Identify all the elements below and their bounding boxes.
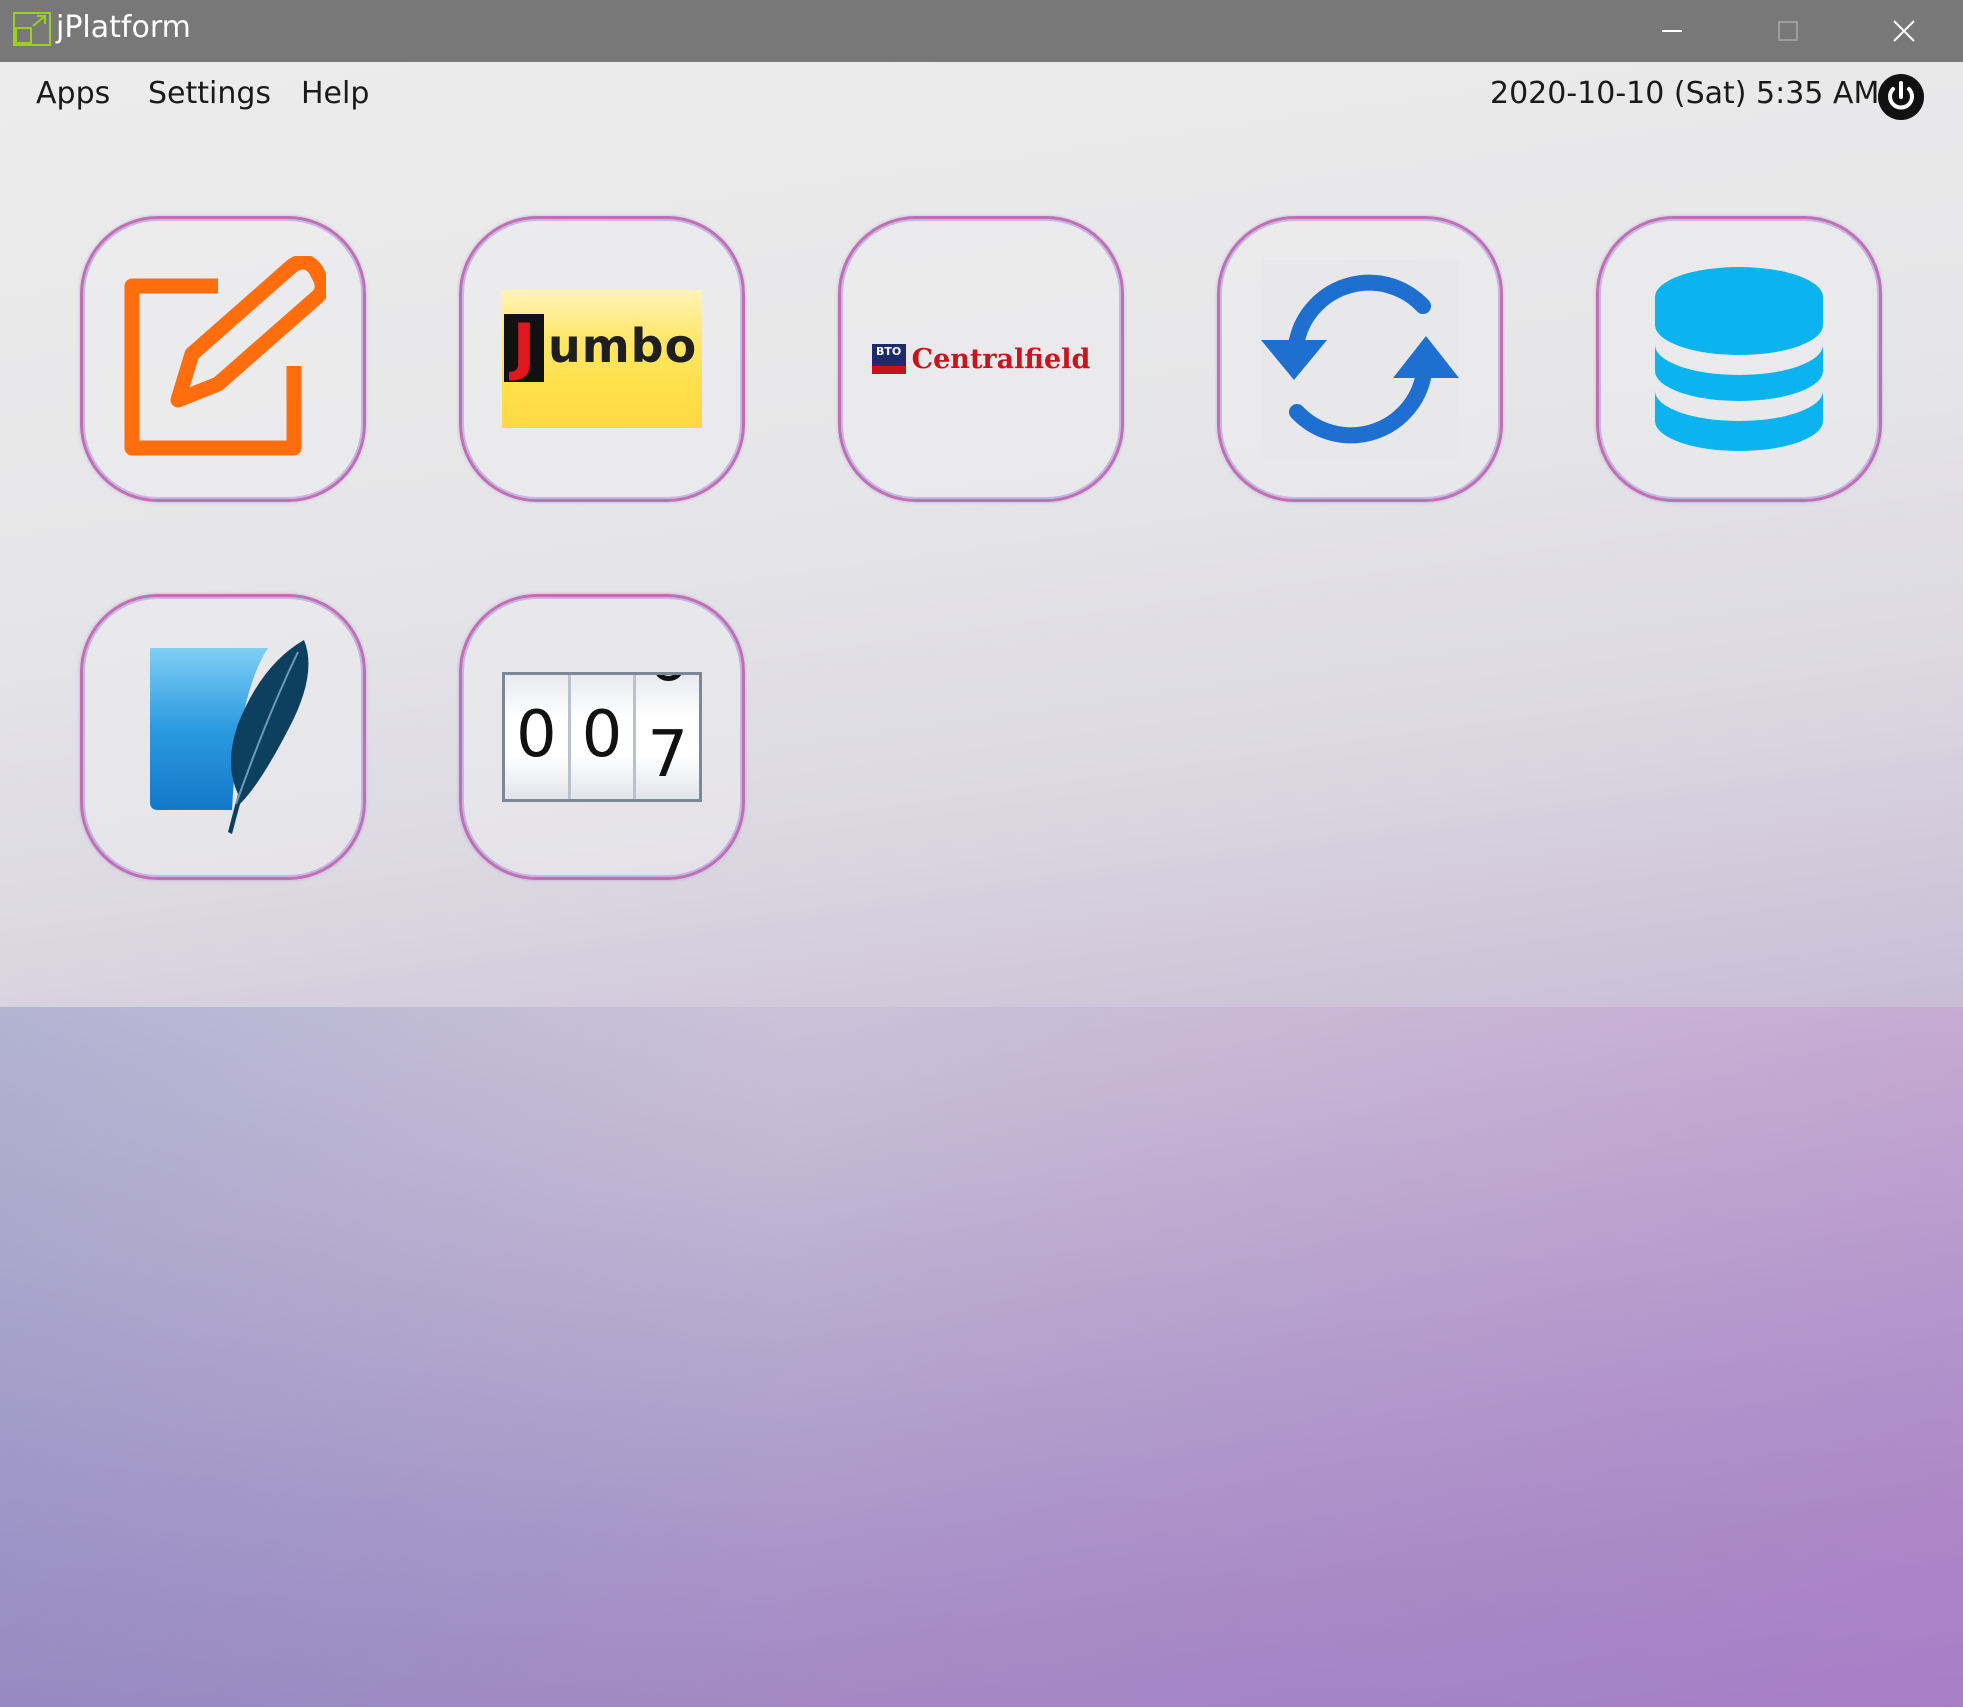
window-title: jPlatform [56, 10, 191, 45]
sync-icon [1261, 260, 1459, 458]
database-icon [1655, 267, 1823, 451]
app-tile-centralfield[interactable]: BTO Centralfield [838, 216, 1124, 502]
counter-digit-value: 0 [581, 698, 623, 772]
counter-digit-rolling: 6 [636, 675, 699, 699]
title-bar[interactable]: jPlatform [0, 0, 1963, 62]
menu-bar: Apps Settings Help 2020-10-10 (Sat) 5:35… [0, 62, 1963, 126]
counter-digit-value: 7 [647, 718, 689, 792]
counter-digit: 0 [505, 675, 568, 799]
maximize-icon [1778, 21, 1798, 41]
counter-digit-value: 0 [515, 698, 557, 772]
maximize-button[interactable] [1730, 0, 1846, 62]
minimize-icon [1662, 30, 1682, 32]
menu-settings[interactable]: Settings [148, 74, 271, 114]
jumbo-logo-letter: J [504, 314, 544, 382]
app-tile-sqlite[interactable] [80, 594, 366, 880]
app-tile-database[interactable] [1596, 216, 1882, 502]
app-window-icon [13, 12, 51, 46]
minimize-button[interactable] [1614, 0, 1730, 62]
edit-note-icon [124, 256, 326, 456]
app-tile-sync[interactable] [1217, 216, 1503, 502]
counter-icon: 0 0 6 7 [502, 672, 702, 802]
menu-help[interactable]: Help [301, 74, 369, 114]
app-tile-editor[interactable] [80, 216, 366, 502]
jumbo-logo: J umbo [502, 290, 702, 428]
power-icon[interactable] [1876, 72, 1926, 122]
close-icon [1893, 20, 1915, 42]
clock-datetime: 2020-10-10 (Sat) 5:35 AM [1490, 76, 1880, 111]
centralfield-text: Centralfield [911, 343, 1091, 375]
jplatform-window: jPlatform Apps Settings Help 2020-10-10 … [0, 0, 1963, 1707]
app-tile-counter[interactable]: 0 0 6 7 [459, 594, 745, 880]
counter-digit: 6 7 [636, 675, 700, 799]
bto-badge: BTO [871, 344, 906, 374]
close-button[interactable] [1846, 0, 1962, 62]
centralfield-logo: BTO Centralfield [871, 343, 1091, 375]
app-tile-jumbo[interactable]: J umbo [459, 216, 745, 502]
menu-apps[interactable]: Apps [36, 74, 110, 114]
sqlite-feather-icon [150, 640, 309, 834]
jumbo-logo-text: umbo [548, 319, 698, 373]
counter-digit: 0 [570, 675, 634, 799]
